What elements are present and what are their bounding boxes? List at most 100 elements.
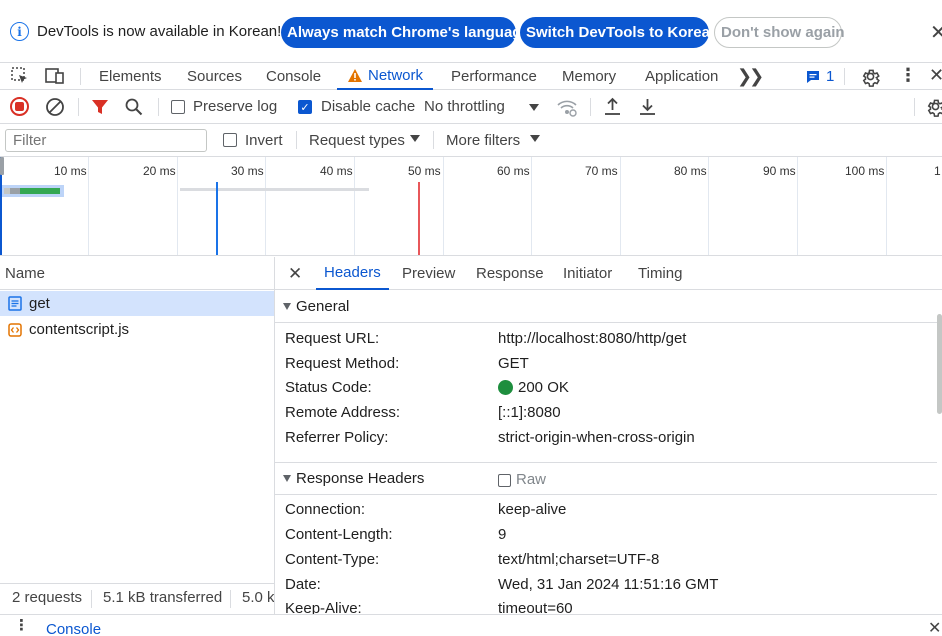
remote-address-key: Remote Address: xyxy=(285,404,401,421)
network-settings-gear-icon[interactable] xyxy=(925,96,942,117)
close-icon[interactable]: ✕ xyxy=(930,20,942,45)
request-types-dropdown[interactable]: Request types xyxy=(309,132,405,149)
request-bar-script xyxy=(180,188,369,191)
date-value: Wed, 31 Jan 2024 11:51:16 GMT xyxy=(498,576,719,593)
chevron-down-icon xyxy=(410,135,420,142)
tick-label: 50 ms xyxy=(408,164,441,178)
details-scrollbar[interactable] xyxy=(937,314,942,414)
tick-label: 40 ms xyxy=(320,164,353,178)
more-tabs-icon[interactable]: ❯❯ xyxy=(737,63,764,90)
remote-address-value: [::1]:8080 xyxy=(498,404,561,421)
inspect-element-icon[interactable] xyxy=(10,66,30,86)
close-drawer-icon[interactable]: ✕ xyxy=(928,618,941,636)
dont-show-again-button[interactable]: Don't show again xyxy=(714,17,845,48)
tab-preview[interactable]: Preview xyxy=(402,257,455,290)
settings-gear-icon[interactable] xyxy=(860,66,881,87)
divider xyxy=(230,590,231,608)
export-har-icon[interactable] xyxy=(638,97,657,116)
network-toolbar: Preserve log ✓ Disable cache No throttli… xyxy=(0,90,942,124)
gridline xyxy=(531,157,532,255)
gridline xyxy=(886,157,887,255)
tab-headers[interactable]: Headers xyxy=(316,257,389,290)
response-headers-title: Response Headers xyxy=(296,470,425,487)
tab-application[interactable]: Application xyxy=(645,63,718,90)
more-options-icon[interactable]: ⋮ xyxy=(899,65,917,86)
content-type-value: text/html;charset=UTF-8 xyxy=(498,551,660,568)
drawer-tabbar: ⋮ Console ✕ xyxy=(0,614,942,636)
raw-checkbox[interactable] xyxy=(498,474,511,487)
tab-initiator[interactable]: Initiator xyxy=(563,257,612,290)
gridline xyxy=(797,157,798,255)
invert-checkbox[interactable] xyxy=(223,133,237,147)
status-code-key: Status Code: xyxy=(285,379,372,396)
invert-label: Invert xyxy=(245,132,283,149)
gridline xyxy=(620,157,621,255)
tick-label: 30 ms xyxy=(231,164,264,178)
tab-response[interactable]: Response xyxy=(476,257,544,290)
issues-counter[interactable]: 1 xyxy=(806,63,834,90)
referrer-policy-value: strict-origin-when-cross-origin xyxy=(498,429,695,446)
status-code-text: 200 OK xyxy=(518,379,569,396)
close-devtools-icon[interactable]: ✕ xyxy=(929,65,942,86)
divider xyxy=(91,590,92,608)
throttling-select[interactable]: No throttling xyxy=(424,98,505,115)
request-name: contentscript.js xyxy=(29,321,130,338)
raw-label: Raw xyxy=(516,471,547,488)
status-ok-icon xyxy=(498,380,513,395)
preserve-log-checkbox[interactable] xyxy=(171,100,185,114)
tick-label: 1 xyxy=(934,164,941,178)
tab-network[interactable]: Network xyxy=(337,63,434,90)
network-summary-bar: 2 requests 5.1 kB transferred 5.0 k xyxy=(0,583,274,614)
gridline xyxy=(443,157,444,255)
record-icon[interactable] xyxy=(10,97,29,116)
request-method-value: GET xyxy=(498,355,529,372)
gridline xyxy=(708,157,709,255)
general-section-header[interactable]: General xyxy=(275,290,937,323)
filter-input[interactable] xyxy=(5,129,207,152)
chevron-down-icon xyxy=(530,135,540,142)
script-icon xyxy=(8,322,22,337)
request-row-get[interactable]: get xyxy=(0,291,274,316)
timeline-grip[interactable] xyxy=(0,157,4,175)
disable-cache-checkbox[interactable]: ✓ xyxy=(298,100,312,114)
divider xyxy=(296,131,297,149)
more-filters-dropdown[interactable]: More filters xyxy=(446,132,520,149)
drawer-tab-console[interactable]: Console xyxy=(46,621,101,636)
search-icon[interactable] xyxy=(124,97,144,117)
general-section-title: General xyxy=(296,297,350,315)
always-match-language-button[interactable]: Always match Chrome's language xyxy=(281,17,530,48)
response-headers-section-header[interactable]: Response Headers Raw xyxy=(275,462,937,495)
gridline xyxy=(177,157,178,255)
status-code-value: 200 OK xyxy=(498,379,569,396)
device-toolbar-icon[interactable] xyxy=(44,66,66,86)
disable-cache-label: Disable cache xyxy=(321,98,416,115)
load-event-marker xyxy=(418,182,420,255)
tab-timing[interactable]: Timing xyxy=(638,257,682,290)
date-key: Date: xyxy=(285,576,321,593)
tab-memory[interactable]: Memory xyxy=(562,63,616,90)
request-url-key: Request URL: xyxy=(285,330,380,347)
drawer-menu-icon[interactable]: ⋮ xyxy=(14,616,29,634)
language-infobar: i DevTools is now available in Korean! A… xyxy=(0,0,942,63)
preserve-log-label: Preserve log xyxy=(193,98,278,115)
request-count: 2 requests xyxy=(12,589,83,606)
network-conditions-icon[interactable] xyxy=(556,97,578,117)
name-column-header[interactable]: Name xyxy=(0,257,274,290)
import-har-icon[interactable] xyxy=(603,97,622,116)
tab-sources[interactable]: Sources xyxy=(187,63,242,90)
tab-elements[interactable]: Elements xyxy=(99,63,162,90)
divider xyxy=(844,68,845,85)
content-length-key: Content-Length: xyxy=(285,526,393,543)
issues-count: 1 xyxy=(826,68,835,85)
clear-icon[interactable] xyxy=(45,97,65,117)
tick-label: 10 ms xyxy=(54,164,87,178)
tab-performance[interactable]: Performance xyxy=(451,63,537,90)
expand-triangle-icon xyxy=(283,302,291,310)
network-overview-timeline[interactable]: 10 ms 20 ms 30 ms 40 ms 50 ms 60 ms 70 m… xyxy=(0,157,942,256)
switch-to-korean-button[interactable]: Switch DevTools to Korean xyxy=(520,17,719,48)
close-details-icon[interactable]: ✕ xyxy=(288,257,302,290)
info-icon: i xyxy=(10,22,29,41)
request-row-contentscript[interactable]: contentscript.js xyxy=(0,317,274,342)
filter-icon[interactable] xyxy=(91,98,109,116)
tab-console[interactable]: Console xyxy=(266,63,321,90)
